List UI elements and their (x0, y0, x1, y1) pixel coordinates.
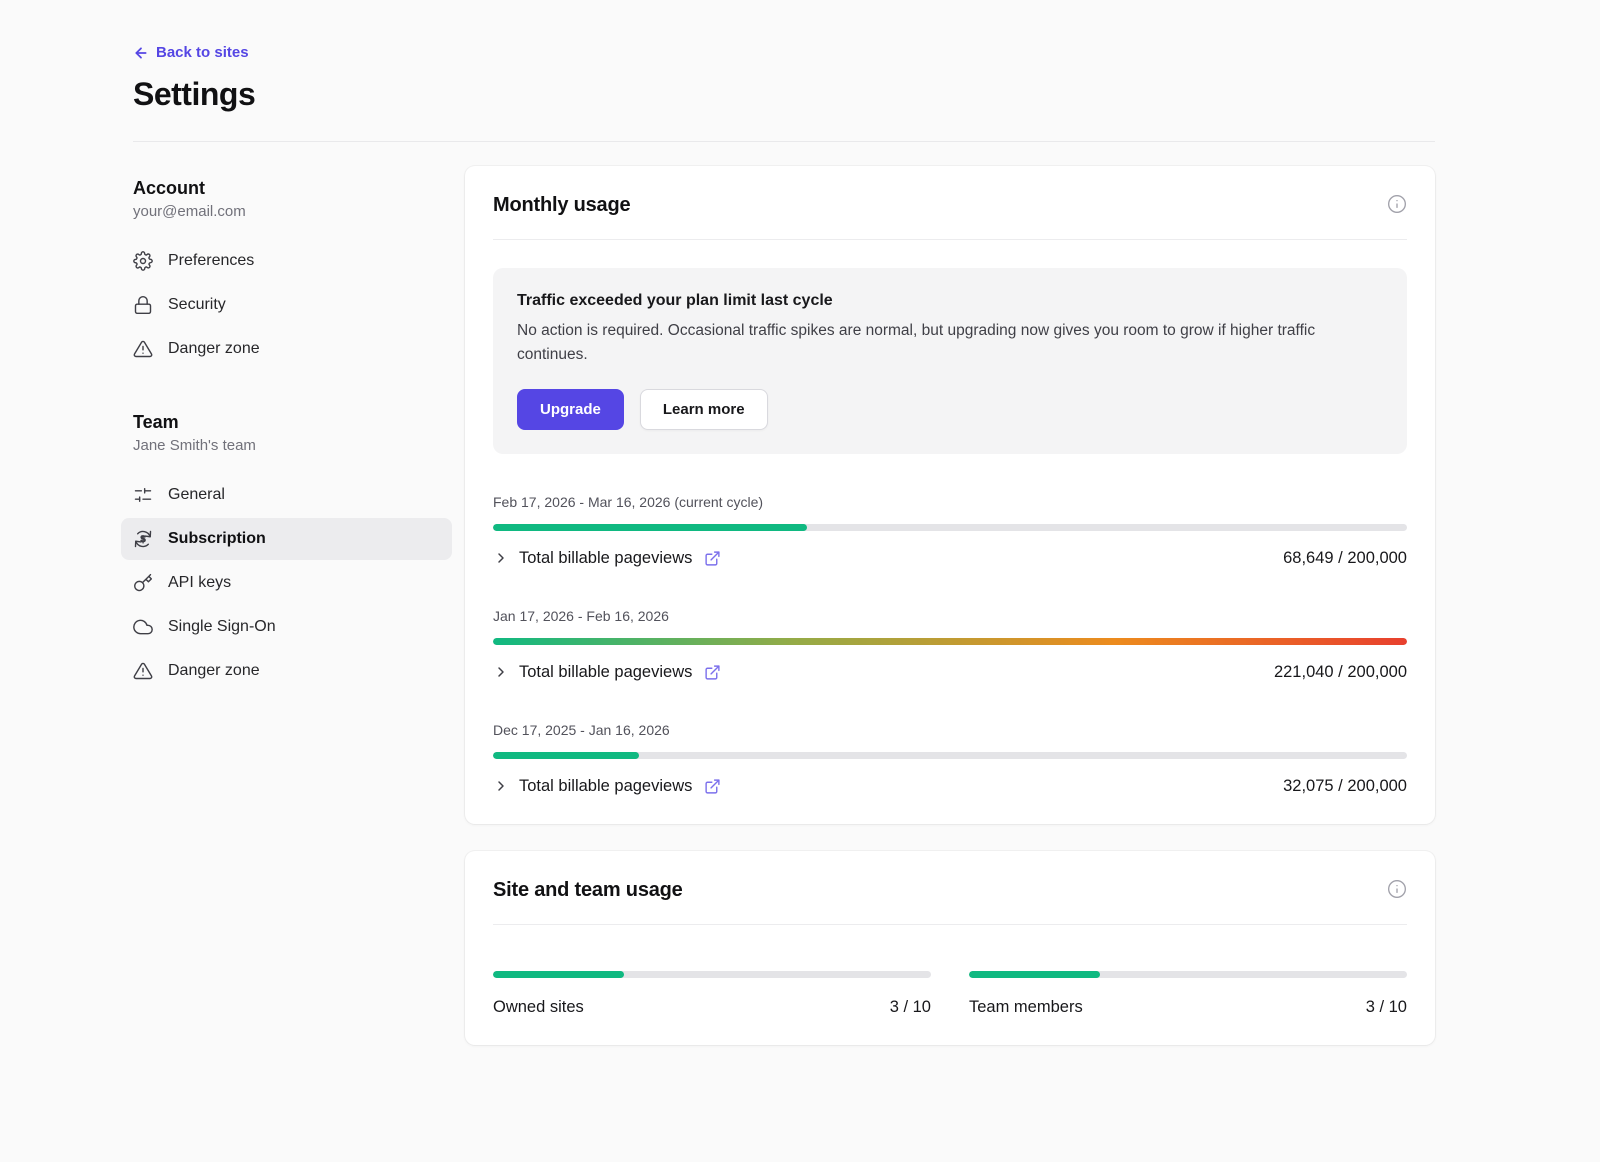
usage-progress-fill-over-limit (493, 638, 1407, 645)
sidebar-item-danger-zone-account[interactable]: Danger zone (121, 328, 452, 370)
usage-progress-bar (493, 638, 1407, 645)
sidebar-item-label: Danger zone (168, 340, 260, 358)
sidebar-item-label: API keys (168, 574, 231, 592)
team-section: Team Jane Smith's team General $ Subscri… (133, 412, 440, 692)
billable-pageviews-label: Total billable pageviews (519, 777, 692, 796)
team-members-progress-bar (969, 971, 1407, 978)
billable-pageviews-label: Total billable pageviews (519, 663, 692, 682)
team-members-progress-fill (969, 971, 1100, 978)
usage-cycle-previous: Jan 17, 2026 - Feb 16, 2026 Total billab… (493, 608, 1407, 682)
account-nav: Preferences Security Danger zone (121, 240, 452, 370)
usage-value: 221,040 / 200,000 (1274, 663, 1407, 682)
account-section-title: Account (133, 178, 440, 199)
warning-triangle-icon (133, 661, 153, 681)
gear-icon (133, 251, 153, 271)
team-name: Jane Smith's team (133, 437, 440, 454)
sidebar-item-label: Single Sign-On (168, 618, 276, 636)
usage-cycle-current: Feb 17, 2026 - Mar 16, 2026 (current cyc… (493, 494, 1407, 568)
chevron-right-icon (493, 778, 509, 794)
sidebar-item-preferences[interactable]: Preferences (121, 240, 452, 282)
cycle-period: Feb 17, 2026 - Mar 16, 2026 (current cyc… (493, 494, 1407, 510)
sidebar-item-api-keys[interactable]: API keys (121, 562, 452, 604)
usage-progress-bar (493, 752, 1407, 759)
billable-pageviews-toggle[interactable]: Total billable pageviews (493, 663, 721, 682)
page-title: Settings (133, 76, 1435, 113)
key-icon (133, 573, 153, 593)
cycle-period: Dec 17, 2025 - Jan 16, 2026 (493, 722, 1407, 738)
team-section-title: Team (133, 412, 440, 433)
billable-pageviews-toggle[interactable]: Total billable pageviews (493, 777, 721, 796)
external-link-icon[interactable] (704, 778, 721, 795)
header-divider (133, 141, 1435, 142)
traffic-exceeded-notice: Traffic exceeded your plan limit last cy… (493, 268, 1407, 454)
lock-icon (133, 295, 153, 315)
settings-main: Monthly usage Traffic exceeded your plan… (465, 166, 1435, 1045)
sidebar-item-label: Danger zone (168, 662, 260, 680)
settings-page: Back to sites Settings Account your@emai… (0, 0, 1600, 1085)
account-section: Account your@email.com Preferences Secur… (133, 178, 440, 370)
notice-title: Traffic exceeded your plan limit last cy… (517, 292, 1383, 310)
usage-progress-fill (493, 524, 807, 531)
sidebar-item-danger-zone-team[interactable]: Danger zone (121, 650, 452, 692)
team-members-value: 3 / 10 (1366, 998, 1407, 1017)
sidebar-item-label: Subscription (168, 530, 266, 548)
back-to-sites-link[interactable]: Back to sites (133, 44, 249, 61)
sidebar-item-subscription[interactable]: $ Subscription (121, 518, 452, 560)
sidebar-item-general[interactable]: General (121, 474, 452, 516)
team-members-label: Team members (969, 998, 1083, 1017)
sidebar-item-label: Preferences (168, 252, 254, 270)
owned-sites-label: Owned sites (493, 998, 584, 1017)
dollar-refresh-icon: $ (133, 529, 153, 549)
svg-text:$: $ (140, 533, 145, 543)
billable-pageviews-label: Total billable pageviews (519, 549, 692, 568)
chevron-right-icon (493, 664, 509, 680)
usage-progress-fill (493, 752, 639, 759)
external-link-icon[interactable] (704, 550, 721, 567)
usage-cycle-older: Dec 17, 2025 - Jan 16, 2026 Total billab… (493, 722, 1407, 796)
external-link-icon[interactable] (704, 664, 721, 681)
site-team-usage-card: Site and team usage Owned sites 3 / 10 (465, 851, 1435, 1045)
sidebar-item-security[interactable]: Security (121, 284, 452, 326)
team-nav: General $ Subscription API keys (121, 474, 452, 692)
owned-sites-value: 3 / 10 (890, 998, 931, 1017)
billable-pageviews-toggle[interactable]: Total billable pageviews (493, 549, 721, 568)
notice-body: No action is required. Occasional traffi… (517, 319, 1383, 367)
sidebar-item-single-sign-on[interactable]: Single Sign-On (121, 606, 452, 648)
usage-value: 32,075 / 200,000 (1283, 777, 1407, 796)
chevron-right-icon (493, 550, 509, 566)
sidebar-item-label: Security (168, 296, 226, 314)
info-icon (1387, 879, 1407, 899)
sidebar-item-label: General (168, 486, 225, 504)
info-icon (1387, 194, 1407, 214)
usage-progress-bar (493, 524, 1407, 531)
account-email: your@email.com (133, 203, 440, 220)
owned-sites-meter: Owned sites 3 / 10 (493, 957, 931, 1017)
card-divider (493, 239, 1407, 240)
owned-sites-progress-fill (493, 971, 624, 978)
card-divider (493, 924, 1407, 925)
back-link-label: Back to sites (156, 44, 249, 61)
monthly-usage-title: Monthly usage (493, 194, 630, 217)
warning-triangle-icon (133, 339, 153, 359)
site-team-usage-title: Site and team usage (493, 879, 683, 902)
usage-value: 68,649 / 200,000 (1283, 549, 1407, 568)
monthly-usage-card: Monthly usage Traffic exceeded your plan… (465, 166, 1435, 824)
cloud-icon (133, 617, 153, 637)
sliders-icon (133, 485, 153, 505)
monthly-usage-info-button[interactable] (1387, 194, 1407, 214)
learn-more-button[interactable]: Learn more (640, 389, 768, 430)
site-team-usage-info-button[interactable] (1387, 879, 1407, 899)
upgrade-button[interactable]: Upgrade (517, 389, 624, 430)
arrow-left-icon (133, 45, 149, 61)
settings-sidebar: Account your@email.com Preferences Secur… (133, 166, 440, 1045)
team-members-meter: Team members 3 / 10 (969, 957, 1407, 1017)
owned-sites-progress-bar (493, 971, 931, 978)
cycle-period: Jan 17, 2026 - Feb 16, 2026 (493, 608, 1407, 624)
